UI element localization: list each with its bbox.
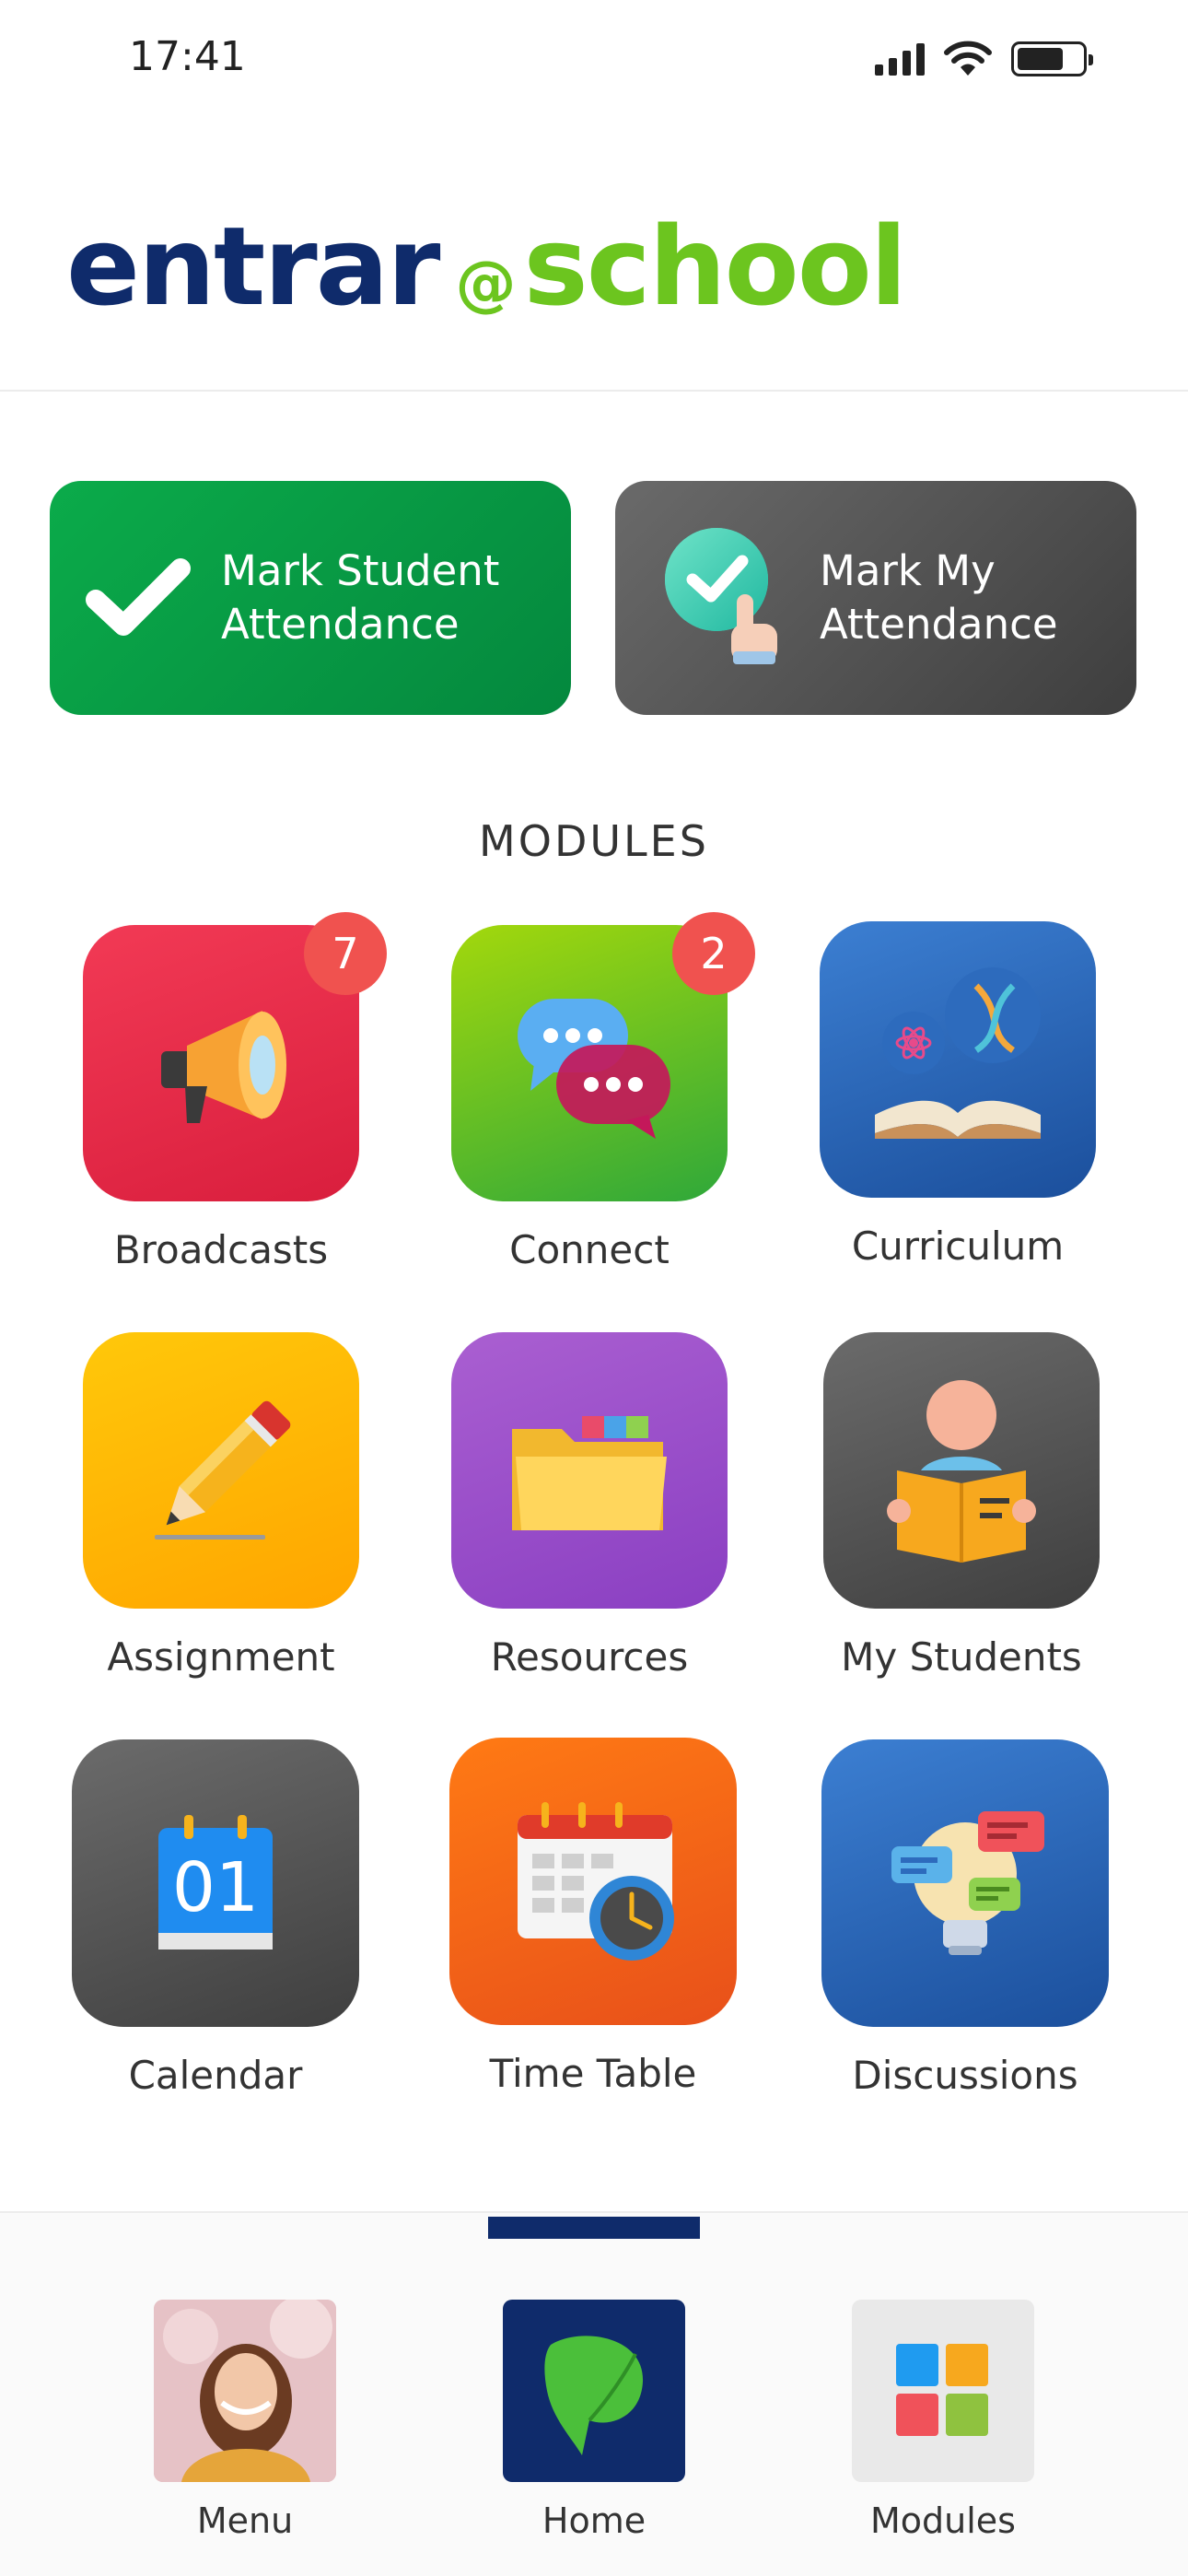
resources-tile[interactable] [451, 1332, 728, 1609]
nav-item-home[interactable]: Home [474, 2300, 714, 2541]
nav-label: Menu [196, 2500, 294, 2541]
mark-my-attendance-button[interactable]: Mark My Attendance [615, 481, 1136, 715]
calendar-date-icon: 01 [158, 1815, 273, 1950]
discussions-tile[interactable] [821, 1739, 1109, 2027]
avatar[interactable] [154, 2300, 336, 2482]
broadcasts-tile[interactable]: 7 [83, 912, 387, 1201]
module-label: Curriculum [851, 1224, 1065, 1269]
chat-bubbles-icon [518, 999, 670, 1139]
module-label: Broadcasts [113, 1227, 329, 1272]
calendar-tile[interactable]: 01 [72, 1739, 359, 2027]
time-table-tile[interactable] [449, 1738, 737, 2025]
cellular-signal-icon [875, 42, 925, 76]
module-label: Assignment [107, 1634, 335, 1680]
module-my-students[interactable]: My Students [805, 1332, 1118, 1680]
mark-student-attendance-label: Mark Student Attendance [221, 546, 500, 649]
folder-icon [512, 1416, 667, 1530]
my-students-tile[interactable] [823, 1332, 1100, 1609]
home-leaf-icon [544, 2336, 644, 2455]
module-connect[interactable]: 2 Connect [433, 912, 755, 1272]
module-discussions[interactable]: Discussions [809, 1739, 1122, 2098]
connect-tile[interactable]: 2 [451, 912, 755, 1201]
connect-badge: 2 [672, 912, 755, 995]
logo-school: school [523, 203, 907, 330]
module-calendar[interactable]: 01 Calendar [59, 1739, 372, 2098]
app-logo: entrar @ school [66, 203, 907, 330]
modules-tile[interactable] [852, 2300, 1034, 2482]
user-photo-icon [154, 2300, 336, 2482]
module-curriculum[interactable]: Curriculum [801, 921, 1114, 1269]
mark-my-attendance-label: Mark My Attendance [820, 546, 1058, 649]
module-label: My Students [841, 1634, 1082, 1680]
checkmark-icon [86, 558, 191, 636]
nav-label: Home [542, 2500, 646, 2541]
module-broadcasts[interactable]: 7 Broadcasts [64, 912, 387, 1272]
app-header: entrar @ school [0, 120, 1188, 392]
nav-item-modules[interactable]: Modules [823, 2300, 1063, 2541]
touch-checkmark-icon [665, 528, 777, 664]
module-label: Calendar [128, 2053, 303, 2098]
pencil-icon [155, 1400, 291, 1540]
module-time-table[interactable]: Time Table [437, 1738, 750, 2096]
nav-item-menu[interactable]: Menu [125, 2300, 365, 2541]
student-reading-icon [887, 1380, 1036, 1563]
timetable-clock-icon [518, 1802, 674, 1961]
module-label: Discussions [852, 2053, 1078, 2098]
battery-icon [1011, 41, 1093, 76]
lightbulb-chat-icon [891, 1811, 1044, 1955]
module-label: Connect [509, 1227, 670, 1272]
status-time: 17:41 [129, 33, 246, 80]
module-resources[interactable]: Resources [433, 1332, 746, 1680]
assignment-tile[interactable] [83, 1332, 359, 1609]
broadcasts-badge: 7 [304, 912, 387, 995]
module-assignment[interactable]: Assignment [64, 1332, 378, 1680]
bottom-nav: Menu Home Modules [0, 2211, 1188, 2576]
svg-text:01: 01 [172, 1848, 259, 1927]
mark-student-attendance-button[interactable]: Mark Student Attendance [50, 481, 571, 715]
status-bar: 17:41 [0, 0, 1188, 120]
logo-entrar: entrar [66, 203, 440, 330]
nav-label: Modules [870, 2500, 1016, 2541]
home-tile[interactable] [503, 2300, 685, 2482]
modules-heading: MODULES [479, 816, 709, 866]
wifi-icon [944, 41, 992, 76]
nav-active-indicator [488, 2217, 700, 2239]
module-label: Time Table [489, 2051, 697, 2096]
book-science-icon [875, 967, 1041, 1139]
module-label: Resources [490, 1634, 689, 1680]
modules-grid-icon [896, 2344, 988, 2436]
curriculum-tile[interactable] [820, 921, 1096, 1198]
logo-at: @ [455, 248, 517, 319]
megaphone-icon [161, 1011, 286, 1123]
status-icons [875, 41, 1093, 77]
